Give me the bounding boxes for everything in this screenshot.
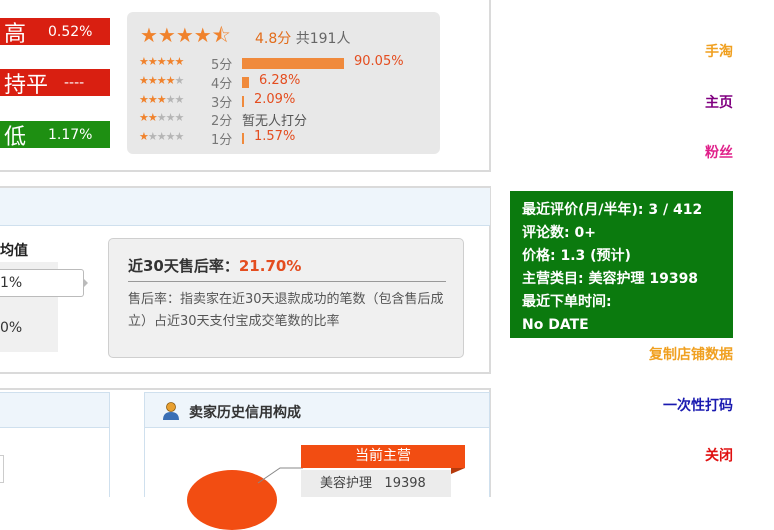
rating-row: ★★★★★ 4分 6.28% bbox=[139, 73, 439, 92]
row-label: 5分 bbox=[211, 58, 233, 73]
rating-row: ★★★★★ 5分 90.05% bbox=[139, 54, 439, 73]
divider bbox=[128, 281, 446, 282]
compare-pct: ---- bbox=[64, 74, 85, 91]
average-cell-highlight: 1% bbox=[0, 269, 84, 297]
average-cell-value: 0% bbox=[0, 320, 23, 336]
row-label: 4分 bbox=[211, 77, 233, 92]
row-stars-icon: ★★★★★ bbox=[139, 130, 184, 143]
row-stars-icon: ★★★★★ bbox=[139, 93, 184, 106]
average-cell: 0% bbox=[0, 314, 80, 342]
rating-row: ★★★★★ 1分 1.57% bbox=[139, 129, 439, 148]
compare-low-badge: 低 1.17% bbox=[0, 121, 110, 150]
current-main-tag: 当前主营 bbox=[301, 445, 465, 468]
rating-panel: ★★★★⯪ 4.8分 共191人 ★★★★★ 5分 90.05% ★★★★★ 4… bbox=[127, 12, 440, 154]
compare-label: 高 bbox=[4, 21, 27, 47]
rating-stars-icon: ★★★★⯪ bbox=[140, 23, 231, 47]
sidebar-link-fans[interactable]: 粉丝 bbox=[640, 142, 733, 162]
rating-bar bbox=[242, 133, 244, 144]
rating-bar bbox=[242, 77, 249, 88]
rating-count: 共191人 bbox=[295, 31, 351, 47]
compare-pct: 0.52% bbox=[48, 23, 93, 40]
rating-bar bbox=[242, 96, 244, 107]
row-stars-icon: ★★★★★ bbox=[139, 111, 184, 124]
credit-header: 卖家历史信用构成 bbox=[144, 392, 490, 428]
compare-pct: 1.17% bbox=[48, 126, 93, 143]
row-label: 2分 bbox=[211, 114, 233, 129]
after-sales-rate: 21.70% bbox=[238, 257, 302, 275]
rating-bar bbox=[242, 58, 344, 69]
average-label: 均值 bbox=[0, 243, 28, 259]
pointer-arrow-icon bbox=[83, 278, 88, 288]
main-category-count: 19398 bbox=[384, 476, 426, 491]
row-label: 3分 bbox=[211, 96, 233, 111]
after-sales-description: 售后率：指卖家在近30天退款成功的笔数（包含售后成立）占近30天支付宝成交笔数的… bbox=[128, 292, 444, 329]
section-border bbox=[0, 372, 491, 374]
info-line: 最近评价(月/半年): 3 / 412 bbox=[522, 202, 703, 218]
connector-line bbox=[257, 467, 303, 484]
info-line: 最近下单时间: bbox=[522, 294, 612, 310]
main-category-name: 美容护理 bbox=[320, 476, 373, 491]
row-value: 6.28% bbox=[259, 73, 301, 88]
info-line: No DATE bbox=[522, 317, 589, 333]
left-panel bbox=[0, 428, 110, 497]
row-stars-icon: ★★★★★ bbox=[139, 55, 184, 68]
compare-label: 持平 bbox=[4, 72, 49, 98]
after-sales-box: 近30天售后率：21.70% 售后率：指卖家在近30天退款成功的笔数（包含售后成… bbox=[108, 238, 464, 358]
average-cell-value: 1% bbox=[0, 275, 23, 291]
after-sales-title: 近30天售后率：21.70% bbox=[128, 255, 301, 276]
sidebar-link-homepage[interactable]: 主页 bbox=[640, 92, 733, 112]
tag-fold bbox=[451, 468, 465, 474]
rating-row: ★★★★★ 2分 暂无人打分 bbox=[139, 110, 439, 129]
section-border bbox=[0, 170, 491, 172]
main-category-row: 美容护理 19398 bbox=[301, 470, 451, 497]
section-border bbox=[489, 0, 491, 172]
section-header bbox=[0, 188, 490, 226]
info-line: 评论数: 0+ bbox=[522, 225, 596, 241]
compare-label: 低 bbox=[4, 124, 27, 150]
section-header bbox=[0, 392, 110, 428]
row-label: 1分 bbox=[211, 133, 233, 148]
row-value: 暂无人打分 bbox=[242, 114, 308, 129]
section-border bbox=[0, 388, 491, 390]
close-button[interactable]: 关闭 bbox=[600, 445, 733, 465]
row-value: 1.57% bbox=[254, 129, 296, 144]
row-value: 90.05% bbox=[354, 54, 404, 69]
compare-flat-badge: 持平 ---- bbox=[0, 69, 110, 98]
row-value: 2.09% bbox=[254, 92, 296, 107]
sidebar-link-shoutao[interactable]: 手淘 bbox=[640, 41, 733, 61]
copy-shop-data-button[interactable]: 复制店铺数据 bbox=[600, 344, 733, 364]
row-stars-icon: ★★★★★ bbox=[139, 74, 184, 87]
shop-info-box: 最近评价(月/半年): 3 / 412 评论数: 0+ 价格: 1.3 (预计)… bbox=[510, 191, 733, 338]
info-line: 主营类目: 美容护理 19398 bbox=[522, 271, 699, 287]
credit-title: 卖家历史信用构成 bbox=[189, 405, 301, 421]
info-line: 价格: 1.3 (预计) bbox=[522, 248, 631, 264]
one-time-mask-button[interactable]: 一次性打码 bbox=[600, 395, 733, 415]
seller-user-icon bbox=[161, 401, 181, 421]
rating-row: ★★★★★ 3分 2.09% bbox=[139, 92, 439, 111]
rating-score: 4.8分 共191人 bbox=[255, 28, 350, 48]
after-sales-label: 近30天售后率： bbox=[128, 257, 239, 275]
compare-high-badge: 高 0.52% bbox=[0, 18, 110, 47]
rating-score-value: 4.8分 bbox=[255, 31, 292, 47]
input-edge[interactable] bbox=[0, 455, 4, 483]
